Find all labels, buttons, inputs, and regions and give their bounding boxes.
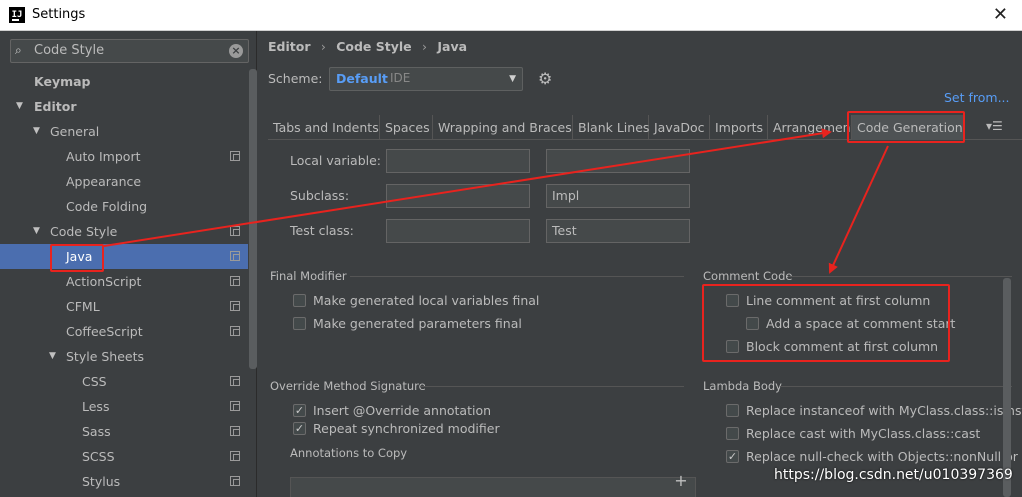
arrow-code-generation-to-comment-code (828, 145, 889, 274)
annotation-arrows (103, 128, 889, 274)
arrow-java-to-code-generation (103, 128, 832, 247)
watermark: https://blog.csdn.net/u010397369 (774, 467, 1013, 483)
